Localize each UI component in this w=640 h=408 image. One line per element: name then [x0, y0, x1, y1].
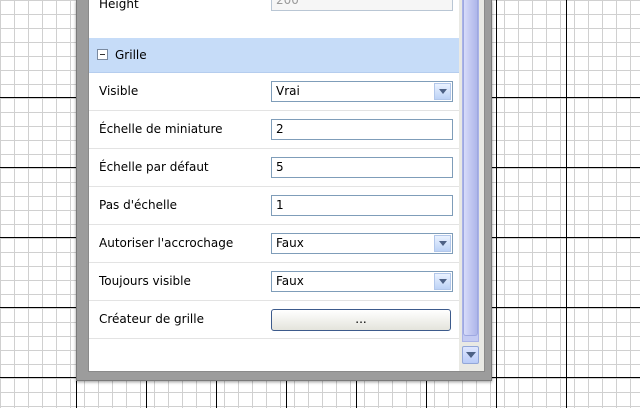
property-row-visible: Visible Vrai — [89, 73, 459, 111]
dropdown-value: Faux — [276, 236, 304, 250]
property-list: Height 200 Grille Visible Vrai Échelle d… — [89, 0, 459, 371]
property-row-grid-creator: Créateur de grille ... — [89, 301, 459, 339]
property-grid: Height 200 Grille Visible Vrai Échelle d… — [88, 0, 485, 372]
vertical-scrollbar[interactable] — [459, 0, 484, 371]
grid-major-line — [566, 0, 567, 408]
collapse-icon[interactable] — [97, 49, 108, 60]
chevron-down-icon[interactable] — [434, 273, 451, 290]
property-label: Height — [99, 0, 139, 11]
property-row-always-visible: Toujours visible Faux — [89, 263, 459, 301]
default-scale-input[interactable]: 5 — [271, 157, 453, 178]
dropdown-value: Faux — [276, 274, 304, 288]
property-label: Pas d'échelle — [99, 198, 178, 212]
property-row-scale-step: Pas d'échelle 1 — [89, 187, 459, 225]
grid-major-line — [496, 0, 497, 408]
scroll-down-arrow-icon[interactable] — [462, 346, 479, 364]
property-label: Échelle par défaut — [99, 160, 209, 174]
property-row-default-scale: Échelle par défaut 5 — [89, 149, 459, 187]
allow-snap-dropdown[interactable]: Faux — [271, 233, 453, 254]
height-value-field[interactable]: 200 — [271, 0, 453, 11]
thumbnail-scale-input[interactable]: 2 — [271, 119, 453, 140]
property-row-thumbnail-scale: Échelle de miniature 2 — [89, 111, 459, 149]
property-label: Visible — [99, 84, 139, 98]
property-row-allow-snap: Autoriser l'accrochage Faux — [89, 225, 459, 263]
chevron-down-icon[interactable] — [434, 235, 451, 252]
dropdown-value: Vrai — [276, 84, 300, 98]
grid-creator-button[interactable]: ... — [271, 309, 451, 331]
visible-dropdown[interactable]: Vrai — [271, 81, 453, 102]
property-row-height: Height 200 — [89, 0, 459, 39]
chevron-down-icon[interactable] — [434, 83, 451, 100]
property-label: Toujours visible — [99, 274, 191, 288]
property-label: Échelle de miniature — [99, 122, 223, 136]
property-panel-window: Height 200 Grille Visible Vrai Échelle d… — [76, 0, 492, 381]
category-label: Grille — [115, 48, 147, 62]
property-label: Créateur de grille — [99, 312, 204, 326]
scrollbar-thumb[interactable] — [463, 0, 478, 336]
scale-step-input[interactable]: 1 — [271, 195, 453, 216]
property-label: Autoriser l'accrochage — [99, 236, 234, 250]
category-header-grille[interactable]: Grille — [89, 38, 459, 73]
always-visible-dropdown[interactable]: Faux — [271, 271, 453, 292]
